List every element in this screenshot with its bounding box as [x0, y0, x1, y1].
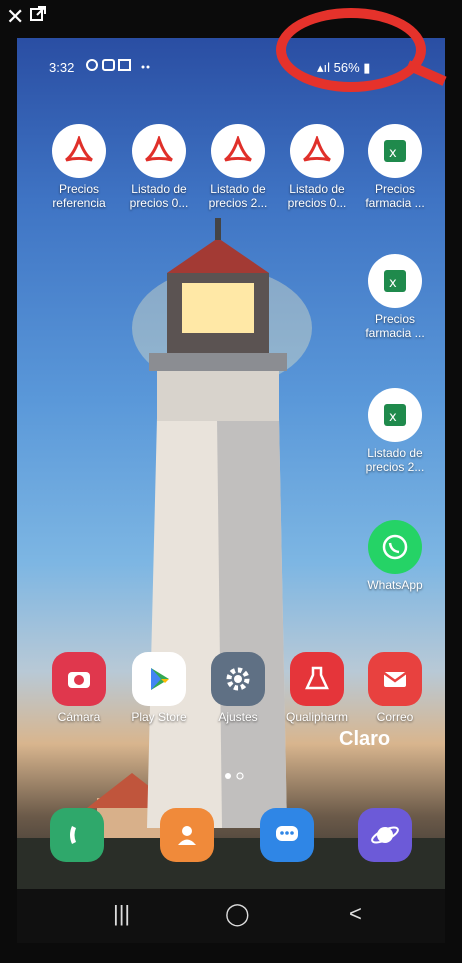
svg-text:x: x — [389, 276, 397, 291]
mail-icon — [368, 652, 422, 706]
app-settings[interactable]: Ajustes — [198, 652, 278, 724]
messages-icon — [260, 808, 314, 862]
excel-icon: x — [368, 388, 422, 442]
app-listado-precios-4[interactable]: x Listado de precios 2... — [355, 388, 435, 474]
device-frame: ✕ 3:32 ▴ıl 56% ▮ Precios referencia List… — [0, 0, 462, 963]
notification-icons — [86, 59, 150, 71]
play-store-icon — [132, 652, 186, 706]
pdf-icon — [211, 124, 265, 178]
carrier-logo: Claro — [339, 728, 391, 750]
app-listado-precios-1[interactable]: Listado de precios 0... — [119, 124, 199, 210]
svg-text:x: x — [389, 146, 397, 161]
app-qualipharm[interactable]: Qualipharm — [277, 652, 357, 724]
flask-icon — [290, 652, 344, 706]
app-mail[interactable]: Correo — [355, 652, 435, 724]
app-camera[interactable]: Cámara — [39, 652, 119, 724]
app-listado-precios-2[interactable]: Listado de precios 2... — [198, 124, 278, 210]
navigation-bar: ||| ◯ < — [17, 889, 445, 943]
excel-icon: x — [368, 254, 422, 308]
app-play-store[interactable]: Play Store — [119, 652, 199, 724]
dock-messages[interactable] — [257, 808, 317, 862]
highlight-circle — [276, 8, 426, 92]
svg-text:x: x — [389, 410, 397, 425]
phone-screen: 3:32 ▴ıl 56% ▮ Precios referencia Listad… — [17, 38, 445, 943]
whatsapp-icon — [368, 520, 422, 574]
phone-icon — [50, 808, 104, 862]
external-link-icon[interactable] — [30, 6, 46, 22]
page-indicator — [225, 772, 244, 780]
home-button[interactable]: ◯ — [225, 901, 250, 927]
app-listado-precios-3[interactable]: Listado de precios 0... — [277, 124, 357, 210]
excel-icon: x — [368, 124, 422, 178]
contacts-icon — [160, 808, 214, 862]
back-button[interactable]: < — [349, 901, 362, 927]
settings-gear-icon — [211, 652, 265, 706]
dock-internet[interactable] — [355, 808, 415, 862]
app-precios-farmacia-1[interactable]: x Precios farmacia ... — [355, 124, 435, 210]
app-whatsapp[interactable]: WhatsApp — [355, 520, 435, 592]
dock-phone[interactable] — [47, 808, 107, 862]
camera-icon — [52, 652, 106, 706]
internet-browser-icon — [358, 808, 412, 862]
recent-apps-button[interactable]: ||| — [113, 901, 130, 927]
app-precios-referencia[interactable]: Precios referencia — [39, 124, 119, 210]
app-precios-farmacia-2[interactable]: x Precios farmacia ... — [355, 254, 435, 340]
pdf-icon — [52, 124, 106, 178]
close-icon[interactable]: ✕ — [6, 6, 24, 28]
clock: 3:32 — [49, 60, 75, 75]
pdf-icon — [290, 124, 344, 178]
pdf-icon — [132, 124, 186, 178]
dock-contacts[interactable] — [157, 808, 217, 862]
